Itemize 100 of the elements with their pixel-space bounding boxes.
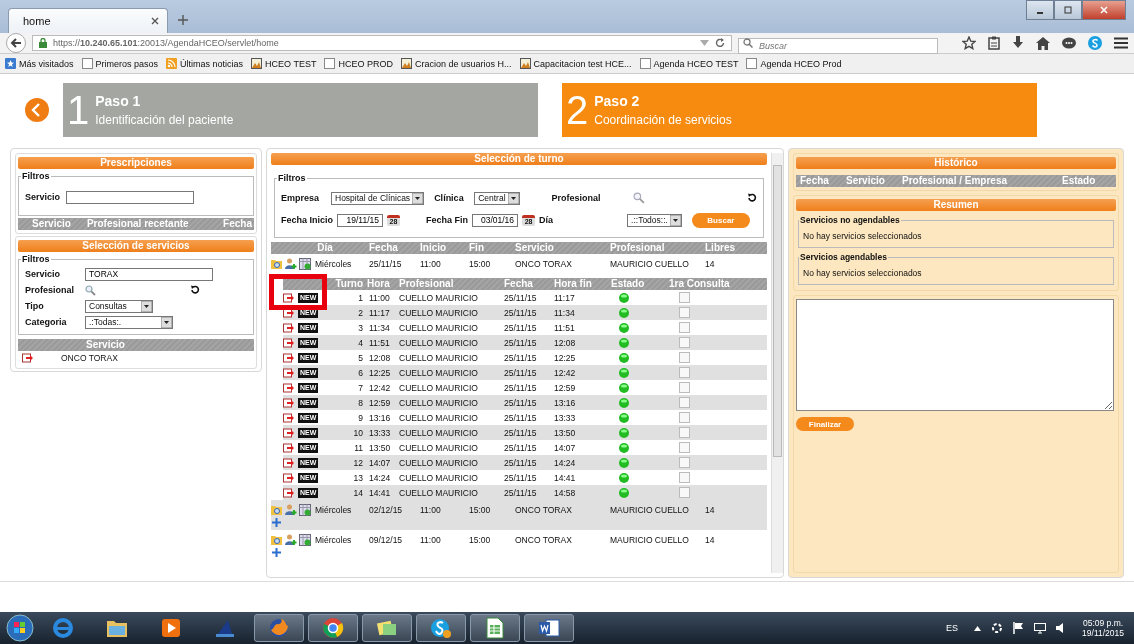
table-cell-text: Miércoles (315, 535, 353, 545)
input-field[interactable] (66, 190, 195, 204)
table-cell-text: 25/11/15 (504, 442, 538, 453)
caret-icon[interactable] (974, 625, 982, 631)
language-indicator[interactable]: ES (946, 623, 959, 633)
menu-icon[interactable] (1114, 37, 1128, 49)
taskbar-app-icon[interactable] (524, 614, 574, 642)
person-add-icon[interactable] (285, 504, 297, 516)
bookmark-link[interactable]: Últimas noticias (166, 58, 244, 69)
checkbox[interactable] (679, 292, 690, 303)
close-icon[interactable] (151, 17, 159, 25)
step-title: Paso 1 (95, 93, 142, 109)
person-add-icon[interactable] (285, 534, 297, 546)
bookmark-link[interactable]: Cracion de usuarios H... (400, 58, 512, 69)
expand-icon[interactable] (272, 518, 281, 527)
field-label: Servicio (25, 192, 61, 202)
bookmark-link[interactable]: Más visitados (5, 58, 74, 69)
column-header: Profesional / Empresa (902, 175, 1009, 187)
search-icon[interactable] (85, 284, 96, 296)
calendar-add-icon[interactable] (299, 504, 311, 516)
new-tab-icon[interactable] (178, 15, 188, 25)
table-cell-text: CUELLO MAURICIO (399, 382, 479, 393)
reset-icon[interactable] (190, 285, 200, 295)
date-field[interactable]: 19/11/15 (337, 213, 383, 227)
scrollbar[interactable] (771, 153, 783, 573)
status-dot (619, 367, 629, 378)
select-field[interactable]: Central (474, 191, 520, 205)
select-field[interactable]: .:Todas:. (85, 315, 173, 329)
maximize-button[interactable] (1054, 0, 1082, 20)
select-field[interactable]: .::Todos::. (627, 213, 682, 227)
taskbar-app-icon[interactable] (308, 614, 358, 642)
date-field[interactable]: 03/01/16 (472, 213, 519, 227)
browser-tab[interactable]: home (8, 8, 168, 33)
checkbox[interactable] (679, 367, 690, 378)
start-button[interactable] (6, 614, 34, 642)
lock-icon (39, 38, 47, 48)
folder-search-icon[interactable] (271, 504, 283, 516)
bookmark-link[interactable]: Agenda HCEO Prod (746, 58, 842, 69)
clipboard-icon[interactable] (988, 36, 1000, 50)
reset-icon[interactable] (747, 193, 757, 203)
taskbar-app-icon[interactable] (362, 614, 412, 642)
flag-icon[interactable] (1013, 622, 1025, 634)
download-icon[interactable] (1012, 36, 1024, 50)
column-header: Fecha (369, 242, 399, 254)
back-button[interactable] (6, 33, 26, 53)
address-bar[interactable]: https://10.240.65.101:20013/AgendaHCEO/servlet/home (32, 35, 732, 51)
skype-icon[interactable] (1088, 36, 1102, 50)
home-icon[interactable] (1036, 36, 1050, 50)
minimize-button[interactable] (1026, 0, 1054, 20)
back-icon[interactable] (25, 98, 49, 122)
column-header: Servicio (515, 242, 555, 254)
checkbox[interactable] (679, 472, 690, 483)
checkbox[interactable] (679, 427, 690, 438)
taskbar-app-icon[interactable] (470, 614, 520, 642)
chat-icon[interactable] (1062, 36, 1076, 50)
checkbox[interactable] (679, 322, 690, 333)
checkbox[interactable] (679, 457, 690, 468)
page-icon (81, 58, 93, 69)
calendar-add-icon[interactable] (299, 258, 311, 270)
checkbox[interactable] (679, 442, 690, 453)
search-icon[interactable] (632, 192, 645, 204)
clock-date: 19/11/2015 (1082, 628, 1124, 638)
table-cell-text: 25/11/15 (504, 472, 538, 483)
column-header: Profesional recetante (86, 218, 189, 230)
bookmark-link[interactable]: Capacitacion test HCE... (519, 58, 632, 69)
bookmark-link[interactable]: HCEO PROD (324, 58, 393, 69)
table-cell-text: 11:17 (368, 307, 391, 318)
checkbox[interactable] (679, 307, 690, 318)
folder-search-icon[interactable] (271, 534, 283, 546)
checkbox[interactable] (679, 412, 690, 423)
field-label: Día (539, 215, 554, 225)
network-icon[interactable] (991, 622, 1004, 634)
taskbar-app-icon[interactable] (416, 614, 466, 642)
folder-search-icon[interactable] (271, 258, 283, 270)
table-cell-text: 14:07 (554, 442, 577, 453)
reload-icon[interactable] (715, 38, 725, 48)
input-field[interactable]: TORAX (85, 267, 213, 281)
step-number: 1 (67, 90, 90, 130)
checkbox[interactable] (679, 382, 690, 393)
search-field[interactable]: Buscar (738, 38, 938, 54)
caret-icon (161, 316, 172, 328)
calendar-add-icon[interactable] (299, 534, 311, 546)
expand-icon[interactable] (272, 548, 281, 557)
notes-field[interactable] (796, 299, 1114, 411)
table-cell-text: CUELLO MAURICIO (399, 397, 479, 408)
close-button[interactable] (1082, 0, 1126, 20)
select-field[interactable]: Consultas (85, 299, 153, 313)
bookmark-link[interactable]: Agenda HCEO TEST (639, 58, 739, 69)
checkbox[interactable] (679, 397, 690, 408)
checkbox[interactable] (679, 352, 690, 363)
speaker-icon[interactable] (1056, 623, 1065, 633)
checkbox[interactable] (679, 337, 690, 348)
select-field[interactable]: Hospital de Clínicas (331, 191, 425, 205)
bookmark-link[interactable]: HCEO TEST (251, 58, 317, 69)
star-icon[interactable] (962, 36, 976, 50)
person-add-icon[interactable] (285, 258, 297, 270)
checkbox[interactable] (679, 487, 690, 498)
bookmark-link[interactable]: Primeros pasos (81, 58, 159, 69)
status-dot (619, 487, 629, 498)
monitor-icon[interactable] (1034, 622, 1047, 634)
